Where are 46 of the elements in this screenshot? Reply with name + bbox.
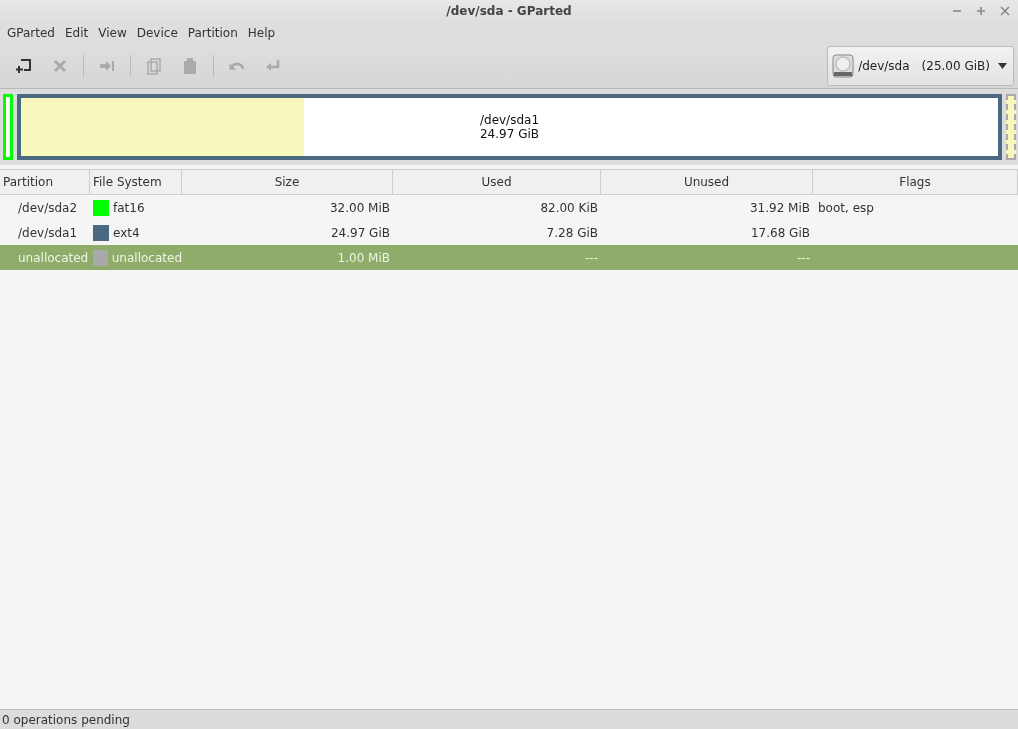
partition-block[interactable]: /dev/sda1 24.97 GiB — [17, 94, 1002, 160]
menu-item[interactable]: GParted — [2, 26, 60, 40]
partition-row[interactable]: /dev/sda1 ext4 24.97 GiB 7.28 GiB 17.68 GiB — [0, 220, 1018, 245]
column-header[interactable]: Partition — [0, 170, 90, 194]
table-cell: /dev/sda2 — [18, 200, 78, 215]
menu-item[interactable]: Partition — [182, 26, 243, 40]
table-cell: 24.97 GiB — [330, 225, 390, 240]
device-selector[interactable]: /dev/sda (25.00 GiB) — [827, 46, 1014, 86]
new-partition-icon — [15, 57, 33, 75]
partition-name: /dev/sda1 — [479, 113, 539, 127]
table-cell: unallocated — [18, 250, 89, 265]
partition-block[interactable] — [3, 94, 13, 160]
table-cell: /dev/sda1 — [18, 225, 78, 240]
menu-item[interactable]: Help — [242, 26, 281, 40]
table-cell: 7.28 GiB — [546, 225, 598, 240]
x-icon — [51, 57, 69, 75]
menu-item[interactable]: Device — [131, 26, 183, 40]
column-header[interactable]: Unused — [601, 170, 813, 194]
table-cell: --- — [797, 250, 810, 265]
column-header[interactable]: Used — [393, 170, 601, 194]
maximize-icon[interactable] — [976, 6, 986, 16]
table-cell: boot, esp — [818, 200, 874, 215]
undo-icon — [229, 61, 245, 71]
table-cell: 17.68 GiB — [750, 225, 810, 240]
table-cell: 82.00 KiB — [540, 200, 598, 215]
clipboard-icon — [181, 57, 199, 75]
caret-icon — [998, 63, 1007, 69]
table-cell: 31.92 MiB — [749, 200, 810, 215]
partition-size: 24.97 GiB — [479, 127, 539, 141]
table-cell: --- — [585, 250, 598, 265]
table-cell: 32.00 MiB — [329, 200, 390, 215]
status-text: 0 operations pending — [2, 712, 130, 727]
unallocated-block[interactable] — [1006, 94, 1016, 160]
menu-item[interactable]: Edit — [60, 26, 94, 40]
table-cell: 1.00 MiB — [337, 250, 390, 265]
table-cell: fat16 — [113, 200, 145, 215]
table-cell: unallocated — [111, 250, 182, 265]
partition-row[interactable]: /dev/sda2 fat16 32.00 MiB 82.00 KiB 31.92 MiB boot, esp — [0, 195, 1018, 220]
copy-icon — [145, 57, 163, 75]
menu-item[interactable]: View — [93, 26, 132, 40]
close-icon[interactable] — [1000, 6, 1010, 16]
table-cell: ext4 — [113, 225, 140, 240]
column-header[interactable]: File System — [90, 170, 182, 194]
window-title: /dev/sda - GParted — [446, 4, 572, 18]
column-header[interactable]: Size — [182, 170, 393, 194]
column-header[interactable]: Flags — [813, 170, 1018, 194]
